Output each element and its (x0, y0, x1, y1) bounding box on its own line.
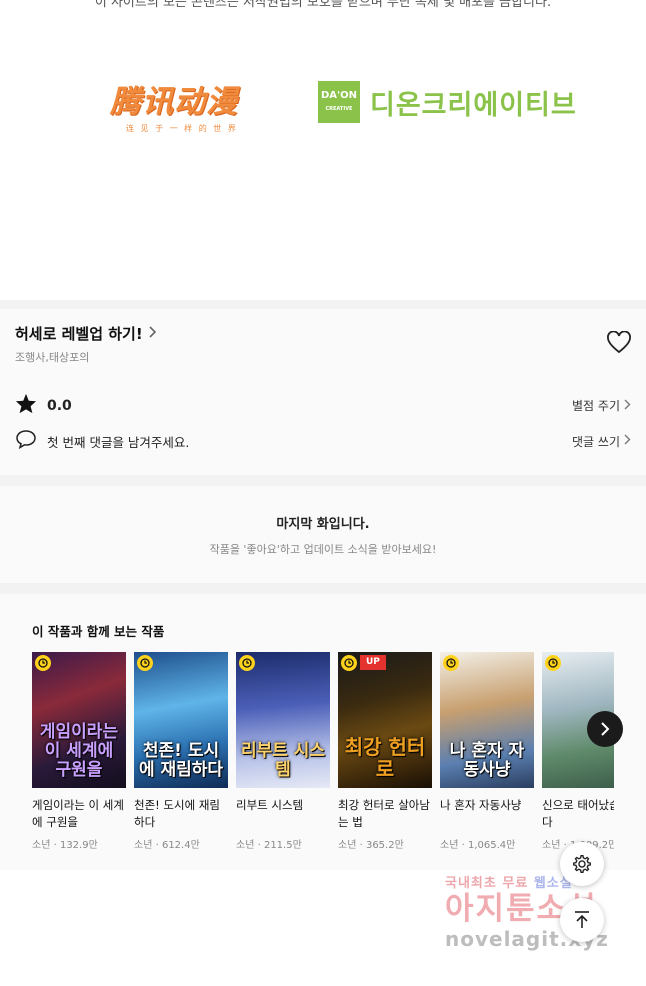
card-views: 365.2만 (365, 840, 404, 851)
clock-icon (35, 655, 51, 671)
card-views: 612.4만 (161, 840, 200, 851)
card-views: 211.5만 (263, 840, 302, 851)
cover-title: 천존! 도시에 재림하다 (138, 741, 224, 780)
work-title: 허세로 레벨업 하기! (15, 325, 143, 343)
top-notice-cut: 이 사이트의 모든 콘텐츠는 저작권법의 보호를 받으며 무단 복제 및 배포를… (94, 0, 552, 10)
rate-button[interactable]: 별점 주기 (572, 397, 631, 414)
clock-icon (137, 655, 153, 671)
card-cover: UP 최강 헌터로 (338, 652, 432, 788)
carousel-next-button[interactable] (587, 711, 623, 747)
recommend-card[interactable]: 천존! 도시에 재림하다 천존! 도시에 재림하다 소년 · 612.4만 (134, 652, 228, 851)
card-meta: 소년 · 612.4만 (134, 840, 200, 851)
scroll-top-button[interactable] (560, 898, 604, 942)
tencent-comics-logo: 腾讯动漫 连 见 于 一 样 的 世 界 (110, 76, 260, 136)
section-gap (0, 300, 646, 309)
rate-button-label: 별점 주기 (572, 399, 620, 413)
last-episode-notice: 마지막 화입니다. 작품을 '좋아요'하고 업데이트 소식을 받아보세요! (0, 486, 646, 583)
work-authors: 조행사,태상포의 (15, 351, 90, 364)
arrow-up-icon (575, 911, 589, 928)
chevron-right-icon (601, 722, 610, 736)
card-meta: 소년 · 211.5만 (236, 840, 302, 851)
daon-logo-box: DA'ON CREATIVE (318, 81, 360, 123)
recommendation-carousel: 게임이라는 이 세계에 구원을 게임이라는 이 세계에 구원을 소년 · 132… (32, 652, 614, 862)
card-title: 게임이라는 이 세계에 구원을 (32, 798, 124, 829)
card-genre: 소년 (338, 840, 357, 851)
card-title: 최강 헌터로 살아남는 법 (338, 798, 430, 829)
daon-logo-text: 디온크리에이티브 (370, 89, 577, 121)
card-genre: 소년 (440, 840, 459, 851)
watermark: 국내최초 무료 웹소설 아지툰소설 novelagit.xyz (445, 872, 645, 982)
card-cover: 천존! 도시에 재림하다 (134, 652, 228, 788)
recommendation-heading: 이 작품과 함께 보는 작품 (32, 624, 165, 639)
cover-title: 리부트 시스템 (240, 741, 326, 780)
card-title: 신으로 태어났습니다 (542, 798, 614, 829)
recommend-card[interactable]: 나 혼자 자동사냥 나 혼자 자동사냥 소년 · 1,065.4만 (440, 652, 534, 851)
card-title: 리부트 시스템 (236, 798, 304, 812)
recommend-card[interactable]: UP 최강 헌터로 최강 헌터로 살아남는 법 소년 · 365.2만 (338, 652, 432, 851)
work-info-panel: 허세로 레벨업 하기! 조행사,태상포의 0.0 별점 주기 첫 번째 댓글을 … (0, 309, 646, 475)
last-episode-heading: 마지막 화입니다. (276, 517, 370, 532)
cover-title: 게임이라는 이 세계에 구원을 (39, 722, 119, 780)
watermark-line2: 아지툰소설 (445, 891, 598, 927)
recommend-card[interactable]: 게임이라는 이 세계에 구원을 게임이라는 이 세계에 구원을 소년 · 132… (32, 652, 126, 851)
card-meta: 소년 · 132.9만 (32, 840, 98, 851)
recommend-card[interactable]: 리부트 시스템 리부트 시스템 소년 · 211.5만 (236, 652, 330, 851)
chevron-right-icon (624, 434, 631, 448)
work-title-link[interactable]: 허세로 레벨업 하기! (15, 323, 157, 344)
rating-value: 0.0 (47, 397, 72, 414)
heart-icon[interactable] (606, 330, 632, 355)
daon-box-text: DA'ON (321, 89, 357, 101)
card-genre: 소년 (32, 840, 51, 851)
watermark-line3: novelagit.xyz (445, 927, 609, 951)
cover-title: 나 혼자 자동사냥 (449, 741, 525, 780)
daon-box-sub: CREATIVE (325, 105, 353, 112)
watermark-line1a: 국내최초 무료 (445, 876, 529, 891)
section-gap (0, 583, 646, 594)
recommendation-section: 이 작품과 함께 보는 작품 게임이라는 이 세계에 구원을 게임이라는 이 세… (0, 594, 646, 870)
comment-prompt[interactable]: 첫 번째 댓글을 남겨주세요. (15, 429, 189, 453)
clock-icon (443, 655, 459, 671)
section-gap (0, 475, 646, 486)
settings-button[interactable] (560, 842, 604, 886)
card-genre: 소년 (236, 840, 255, 851)
card-meta: 소년 · 365.2만 (338, 840, 404, 851)
clock-icon (341, 655, 357, 671)
clock-icon (239, 655, 255, 671)
card-views: 132.9만 (59, 840, 98, 851)
gear-icon (573, 854, 591, 874)
rating-row: 0.0 별점 주기 (15, 393, 631, 418)
cover-title: 최강 헌터로 (344, 735, 426, 781)
daon-creative-logo: DA'ON CREATIVE 디온크리에이티브 (318, 80, 577, 124)
card-genre: 소년 (542, 840, 561, 851)
watermark-line1: 국내최초 무료 웹소설 (445, 872, 645, 891)
write-comment-button[interactable]: 댓글 쓰기 (572, 433, 631, 450)
card-title: 나 혼자 자동사냥 (440, 798, 522, 812)
card-genre: 소년 (134, 840, 153, 851)
card-cover: 나 혼자 자동사냥 (440, 652, 534, 788)
comment-icon (15, 429, 37, 453)
last-episode-sub: 작품을 '좋아요'하고 업데이트 소식을 받아보세요! (209, 543, 437, 556)
card-meta: 소년 · 1,065.4만 (440, 840, 516, 851)
tencent-logo-text: 腾讯动漫 (110, 84, 238, 120)
card-title: 천존! 도시에 재림하다 (134, 798, 220, 829)
card-cover: 게임이라는 이 세계에 구원을 (32, 652, 126, 788)
star-icon (15, 393, 37, 418)
comment-row: 첫 번째 댓글을 남겨주세요. 댓글 쓰기 (15, 429, 631, 453)
comment-placeholder: 첫 번째 댓글을 남겨주세요. (47, 434, 190, 450)
card-views: 1,065.4만 (467, 840, 516, 851)
chevron-right-icon (149, 325, 157, 342)
recommend-card[interactable]: 신으로 태어났습니다 소년 · 1,009.2만 (542, 652, 614, 851)
up-badge: UP (360, 655, 386, 670)
clock-icon (545, 655, 561, 671)
chevron-right-icon (624, 399, 631, 413)
write-comment-label: 댓글 쓰기 (572, 434, 620, 449)
card-cover: 리부트 시스템 (236, 652, 330, 788)
tencent-logo-tagline: 连 见 于 一 样 的 世 界 (126, 124, 238, 133)
